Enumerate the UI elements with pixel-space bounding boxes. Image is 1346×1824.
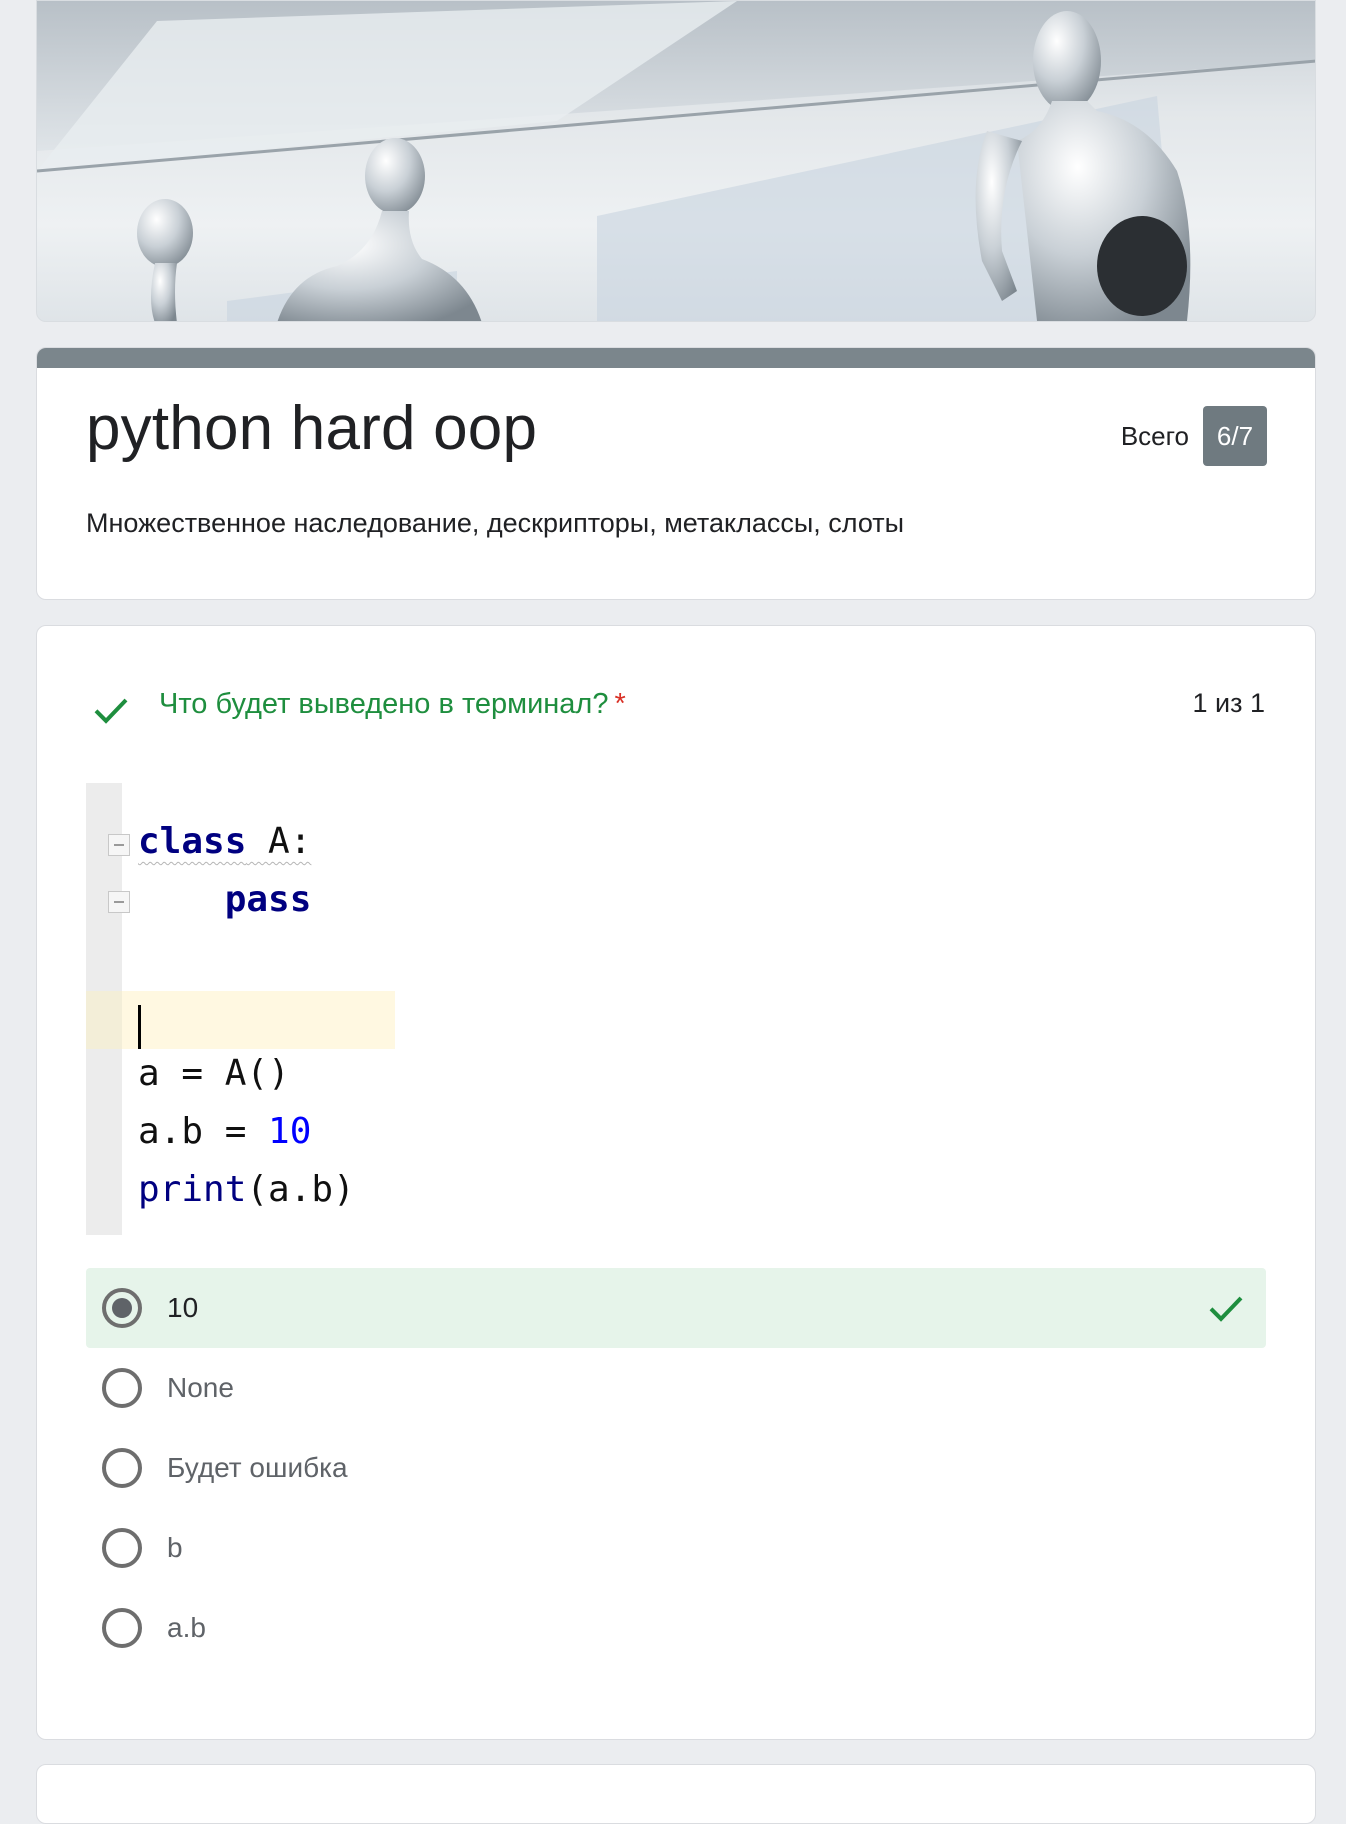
radio-button[interactable] [102, 1608, 142, 1648]
radio-button[interactable] [102, 1528, 142, 1568]
code-line-5: a.b = 10 [138, 1111, 312, 1152]
current-line-gutter [86, 991, 122, 1049]
check-icon [94, 698, 128, 724]
code-line-4: a = A() [138, 1053, 290, 1094]
option-error[interactable]: Будет ошибка [86, 1428, 1266, 1508]
code-line-6: print(a.b) [138, 1169, 355, 1210]
option-label: None [167, 1372, 234, 1403]
banner-illustration [37, 1, 1315, 321]
next-question-card [36, 1764, 1316, 1824]
option-b[interactable]: b [86, 1508, 1266, 1588]
option-label: 10 [167, 1292, 199, 1323]
total-score-label: Всего [1120, 420, 1189, 451]
option-none[interactable]: None [86, 1348, 1266, 1428]
radio-button[interactable] [102, 1288, 142, 1328]
radio-button[interactable] [102, 1448, 142, 1488]
question-points: 1 из 1 [1192, 688, 1266, 718]
total-score-badge: 6/7 [1203, 406, 1267, 466]
code-image: class A: pass a = A() a.b = 10 print(a.b… [86, 783, 466, 1235]
current-line-highlight [86, 991, 395, 1049]
header-banner-image [36, 0, 1316, 322]
form-description: Множественное наследование, дескрипторы,… [86, 508, 905, 538]
text-caret [138, 1005, 141, 1049]
option-label: b [167, 1532, 183, 1563]
radio-button[interactable] [102, 1368, 142, 1408]
fold-marker-icon [108, 891, 130, 913]
question-title: Что будет выведено в терминал? * [159, 688, 626, 721]
question-card: Что будет выведено в терминал? * 1 из 1 c… [36, 625, 1316, 1740]
code-line-1: class A: [138, 821, 312, 862]
option-a-b[interactable]: a.b [86, 1588, 1266, 1668]
code-line-2: pass [224, 879, 312, 920]
form-title: python hard oop [86, 394, 538, 463]
option-label: a.b [167, 1612, 206, 1643]
option-label: Будет ошибка [167, 1452, 348, 1483]
form-header-card: python hard oop Всего 6/7 Множественное … [36, 347, 1316, 600]
fold-marker-icon [108, 834, 130, 856]
option-10[interactable]: 10 [86, 1268, 1266, 1348]
question-text: Что будет выведено в терминал? [159, 688, 609, 720]
total-score: Всего 6/7 [1121, 406, 1267, 466]
header-accent-bar [37, 348, 1315, 368]
correct-check-icon [1209, 1296, 1243, 1322]
required-mark: * [614, 688, 626, 720]
